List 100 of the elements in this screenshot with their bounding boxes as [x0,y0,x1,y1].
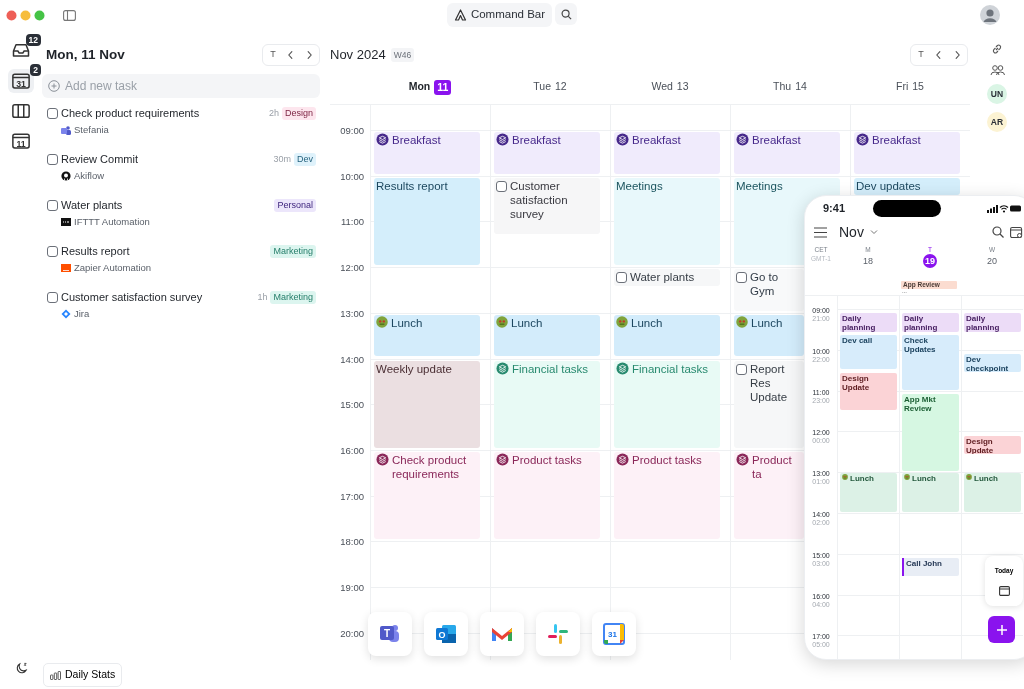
calendar-event[interactable]: Weekly update [374,360,480,448]
day-date[interactable]: 19 [923,254,937,268]
calendar-event[interactable]: Product ta [734,451,804,540]
link-icon[interactable] [990,42,1004,56]
event-title: Water plants [630,270,695,285]
day-name: Wed [651,79,673,95]
calendar-event[interactable]: Dev updates [854,177,960,195]
task-source: IFTTT Automation [74,215,150,229]
today-button[interactable]: T [265,46,281,64]
calendar-event[interactable]: Call John [902,558,959,577]
salad-icon [496,315,508,328]
people-icon[interactable] [989,64,1005,76]
event-title: Lunch [751,315,783,330]
search-button[interactable] [555,3,578,26]
app-shortcut[interactable] [480,612,524,656]
calendar-event[interactable]: Dev checkpoint [964,354,1021,373]
calendar-event[interactable]: Lunch [840,473,897,512]
event-title: Customer satisfaction survey [510,178,569,221]
menu-icon[interactable] [814,226,827,238]
salad-icon [904,474,910,481]
task-source: Stefania [74,123,109,137]
day-date[interactable]: 20 [987,254,997,268]
calendar-event[interactable]: Lunch [614,314,720,357]
calendar-event[interactable]: Results report [374,177,480,266]
time-label: 18:00 [340,535,364,550]
user-avatar[interactable] [980,5,1000,25]
command-bar-button[interactable]: Command Bar [446,3,553,27]
day-name: Fri [896,79,909,95]
task-tag: Dev [294,153,316,166]
calendar-event[interactable]: Report Res Update [734,360,804,448]
calendar-event[interactable]: App Mkt Review [902,393,959,472]
calendar-event[interactable]: Design Update [964,435,1021,455]
app-shortcut[interactable]: O [424,612,468,656]
calendar-event[interactable]: Go to Gym [734,269,804,311]
task-checkbox[interactable] [47,292,58,303]
calendar-icon [998,586,1010,597]
task-checkbox[interactable] [616,272,627,284]
task-duration: 30m [273,153,291,166]
task-title: Results report [61,245,131,258]
task-checkbox[interactable] [47,108,58,119]
calendar-event[interactable]: Customer satisfaction survey [494,177,600,235]
event-title: Breakfast [392,133,441,147]
calendar-event[interactable]: Daily planning [964,313,1021,332]
calendar-event[interactable]: Lunch [374,314,480,357]
calendar-event[interactable]: Breakfast [614,132,720,174]
task-checkbox[interactable] [47,154,58,165]
calendar-event[interactable]: Breakfast [734,132,840,174]
event-title: Breakfast [872,133,921,147]
close-button[interactable] [6,9,17,21]
count-badge: 2 [30,64,41,76]
daily-stats-button[interactable]: Daily Stats [43,663,123,687]
calendar-event[interactable]: Daily planning [840,313,897,332]
calendar-settings-icon[interactable] [1010,225,1023,239]
task-checkbox[interactable] [47,200,58,211]
calendar-event[interactable]: Product tasks [614,451,720,540]
event-title: Go to Gym [750,270,780,299]
task-checkbox[interactable] [736,272,747,284]
stack-icon [376,452,389,466]
moon-icon[interactable] [14,662,28,675]
time-label: 12:00 [340,261,364,276]
event-title: App Mkt Review [904,394,937,413]
square-icon [61,263,71,274]
task-title: Review Commit [61,153,139,166]
add-task-field[interactable]: Add new task [42,74,320,98]
calendar-event[interactable]: Financial tasks [494,360,600,448]
week-badge: W46 [390,47,415,63]
time-label: 13:00 [340,306,364,321]
calendar-event[interactable]: Product tasks [494,451,600,540]
calendar-event[interactable]: Lunch [964,473,1021,512]
app-shortcut[interactable]: 31 [592,612,636,656]
app-shortcut[interactable] [536,612,580,656]
task-title: Customer satisfaction survey [61,291,204,304]
sidebar-toggle-icon[interactable] [63,9,76,21]
task-checkbox[interactable] [736,363,747,375]
calendar-event[interactable]: Meetings [614,177,720,266]
calendar-event[interactable]: Financial tasks [614,360,720,448]
calendar-event[interactable]: Breakfast [854,132,960,174]
search-icon[interactable] [992,226,1004,238]
task-checkbox[interactable] [47,246,58,257]
calendar-event[interactable]: Dev call [840,335,897,370]
member-avatar[interactable]: AR [987,112,1007,132]
app-shortcut[interactable]: T [368,612,412,656]
today-button[interactable]: T [913,46,929,64]
calendar-event[interactable]: Check Updates [902,335,959,390]
calendar-event[interactable]: Breakfast [374,132,480,174]
calendar-event[interactable]: Lunch [734,314,804,357]
member-avatar[interactable]: UN [987,84,1007,104]
calendar-event[interactable]: Lunch [494,314,600,357]
time-label: 17:00 [340,489,364,504]
calendar-event[interactable]: Water plants [614,269,720,287]
calendar-event[interactable]: Design Update [840,373,897,410]
calendar-event[interactable]: Breakfast [494,132,600,174]
task-checkbox[interactable] [496,180,507,192]
calendar-event[interactable]: Check product requirements [374,451,480,540]
calendar-event[interactable]: Lunch [902,473,959,512]
day-date[interactable]: 18 [863,254,873,268]
event-title: Lunch [912,474,936,484]
calendar-event[interactable]: Daily planning [902,313,959,332]
event-title: Product tasks [632,452,702,467]
add-event-button[interactable] [988,616,1015,643]
